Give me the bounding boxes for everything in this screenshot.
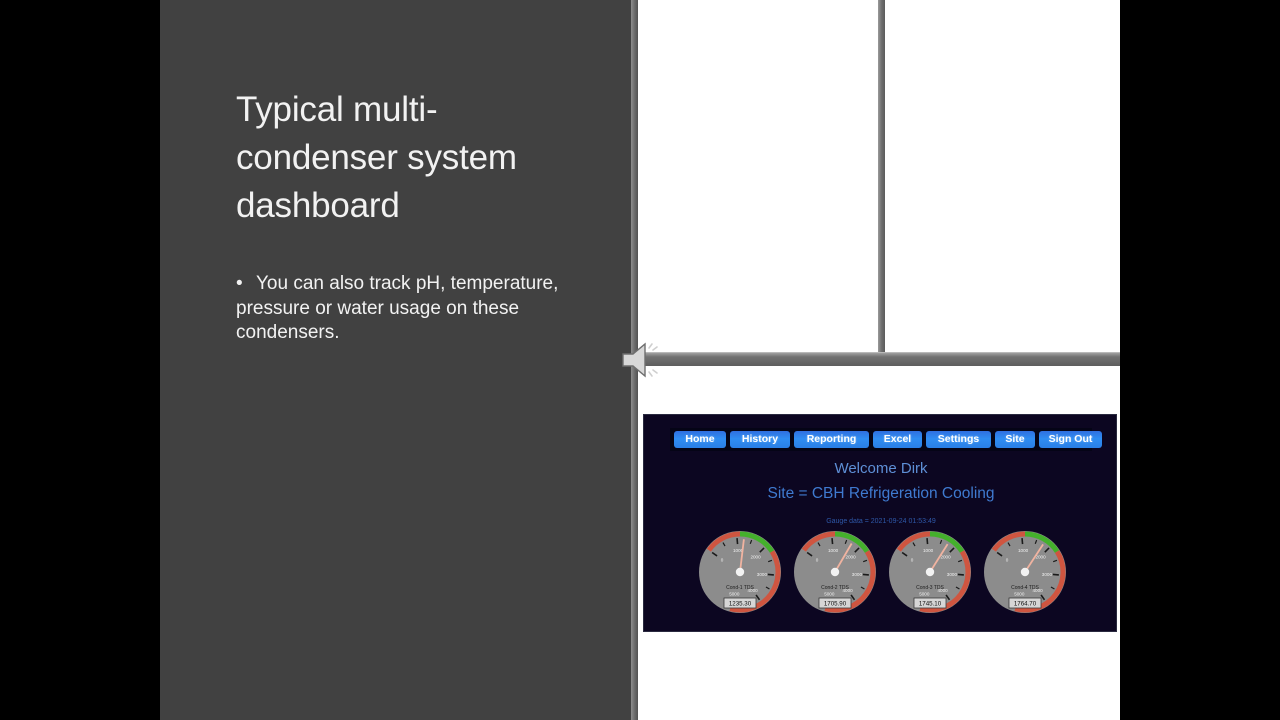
svg-text:1000: 1000 (923, 548, 934, 553)
letterbox-left (0, 0, 160, 720)
presentation-stage: Typical multi-condenser system dashboard… (0, 0, 1280, 720)
site-label: Site = CBH Refrigeration Cooling (767, 485, 995, 502)
gauge-row: 0 1000 2000 3000 4000 5000 Cond-1 TDS 1235.30 0… (644, 529, 1118, 629)
svg-text:3000: 3000 (947, 572, 958, 577)
svg-text:1764.70: 1764.70 (1014, 600, 1037, 607)
nav-signout-button[interactable]: Sign Out (1039, 431, 1102, 448)
divider-horizontal (638, 352, 1120, 366)
svg-text:2000: 2000 (750, 554, 761, 559)
logo-pane: IWT International Water Technologies (638, 0, 878, 352)
speaker-icon[interactable] (619, 341, 663, 379)
nav-settings-button[interactable]: Settings (926, 431, 991, 448)
gauge-timestamp: Gauge data = 2021-09-24 01:53:49 (826, 518, 936, 525)
svg-text:Cond-1 TDS: Cond-1 TDS (726, 585, 754, 591)
svg-text:0: 0 (1006, 557, 1009, 562)
svg-text:Cond-2 TDS: Cond-2 TDS (821, 585, 849, 591)
svg-text:3000: 3000 (852, 572, 863, 577)
page-title: Typical multi-condenser system dashboard (236, 90, 517, 225)
svg-text:1235.30: 1235.30 (729, 600, 752, 607)
gauge-cond-2: 0 1000 2000 3000 4000 5000 Cond-2 TDS 1705.90 (792, 529, 878, 625)
nav-reporting-button[interactable]: Reporting (794, 431, 869, 448)
nav-history-button[interactable]: History (730, 431, 790, 448)
divider-vertical-middle (878, 0, 885, 358)
svg-text:5000: 5000 (824, 591, 835, 596)
gauge-cond-4: 0 1000 2000 3000 4000 5000 Cond-4 TDS 1764.70 (982, 529, 1068, 625)
nav-excel-button[interactable]: Excel (873, 431, 922, 448)
svg-text:1705.90: 1705.90 (824, 600, 847, 607)
gauge-cond-3: 0 1000 2000 3000 4000 5000 Cond-3 TDS 1745.10 (887, 529, 973, 625)
svg-text:1745.10: 1745.10 (919, 600, 942, 607)
slide-bullet-list: • You can also track pH, temperature, pre… (236, 272, 566, 346)
svg-text:5000: 5000 (919, 591, 930, 596)
gauge-cond-1: 0 1000 2000 3000 4000 5000 Cond-1 TDS 1235.30 (697, 529, 783, 625)
svg-text:3000: 3000 (1042, 572, 1053, 577)
svg-text:1000: 1000 (1018, 548, 1029, 553)
welcome-message: Welcome Dirk (834, 460, 928, 477)
svg-text:Cond-4 TDS: Cond-4 TDS (1011, 585, 1039, 591)
snitch-pane: Snitchtm (885, 0, 1120, 352)
svg-text:5000: 5000 (729, 591, 740, 596)
svg-text:0: 0 (721, 557, 724, 562)
svg-text:0: 0 (911, 557, 914, 562)
nav-site-button[interactable]: Site (995, 431, 1035, 448)
svg-text:0: 0 (816, 557, 819, 562)
list-item: • You can also track pH, temperature, pre… (236, 272, 566, 346)
snitch-dashboard: Home History Reporting Excel Settings Si… (643, 414, 1117, 632)
svg-text:1000: 1000 (828, 548, 839, 553)
svg-text:Cond-3 TDS: Cond-3 TDS (916, 585, 944, 591)
svg-text:2000: 2000 (940, 554, 951, 559)
nav-home-button[interactable]: Home (674, 431, 726, 448)
dashboard-navbar: Home History Reporting Excel Settings Si… (670, 428, 1102, 451)
svg-text:5000: 5000 (1014, 591, 1025, 596)
letterbox-right (1120, 0, 1280, 720)
slide-text-panel: Typical multi-condenser system dashboard… (160, 0, 638, 720)
bullet-icon: • (236, 273, 243, 294)
bullet-text: You can also track pH, temperature, pres… (236, 273, 559, 343)
svg-text:2000: 2000 (845, 554, 856, 559)
svg-text:3000: 3000 (757, 572, 768, 577)
